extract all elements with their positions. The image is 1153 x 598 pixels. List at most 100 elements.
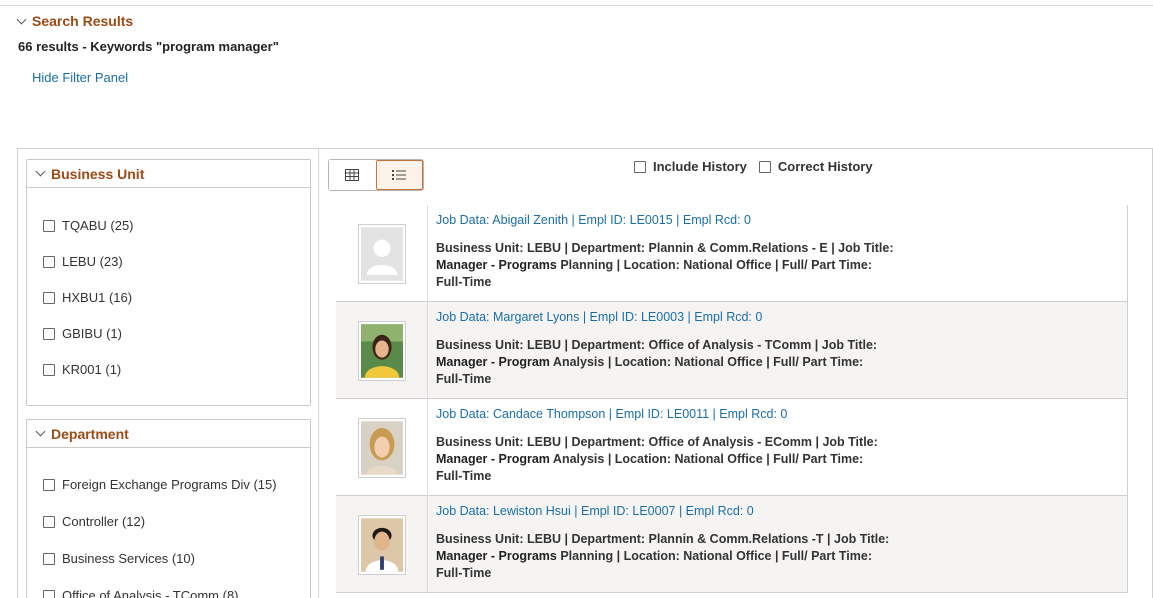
- facet-option-label: Foreign Exchange Programs Div (15): [62, 477, 277, 492]
- grid-icon: [345, 169, 360, 181]
- keyword-highlight: Manager - Programs: [436, 258, 557, 272]
- hide-filter-panel-link[interactable]: Hide Filter Panel: [32, 70, 128, 85]
- checkbox[interactable]: [43, 363, 55, 376]
- facet-option-label: Controller (12): [62, 514, 146, 529]
- facet-option[interactable]: TQABU (25): [43, 218, 134, 233]
- facet-option-label: Office of Analysis - TComm (8): [62, 588, 239, 598]
- result-line: Manager - Programs Planning | Location: …: [436, 548, 956, 565]
- list-view-button[interactable]: [375, 160, 423, 190]
- grid-view-button[interactable]: [329, 160, 376, 190]
- facet-option-label: GBIBU (1): [62, 326, 122, 341]
- checkbox[interactable]: [43, 552, 55, 565]
- filter-panel: Business Unit TQABU (25) LEBU (23) HXBU1…: [18, 149, 318, 598]
- facet-department: Department Foreign Exchange Programs Div…: [26, 419, 311, 598]
- result-line-rest: Analysis | Location: National Office | F…: [549, 355, 864, 369]
- facet-option-label: HXBU1 (16): [62, 290, 133, 305]
- keyword-highlight: Manager - Program: [436, 355, 550, 369]
- top-divider: [0, 5, 1153, 6]
- result-title-link[interactable]: Job Data: Lewiston Hsui | Empl ID: LE000…: [436, 504, 754, 518]
- result-card[interactable]: Job Data: Candace Thompson | Empl ID: LE…: [336, 399, 1128, 496]
- facet-option-label: Business Services (10): [62, 551, 195, 566]
- result-line: Full-Time: [436, 275, 492, 289]
- checkbox[interactable]: [43, 589, 55, 598]
- panel-divider: [318, 149, 319, 598]
- checkbox[interactable]: [43, 515, 55, 528]
- result-title-link[interactable]: Job Data: Margaret Lyons | Empl ID: LE00…: [436, 310, 762, 324]
- person-placeholder-icon: [361, 227, 403, 281]
- checkbox[interactable]: [43, 255, 55, 268]
- result-details: Business Unit: LEBU | Department: Planni…: [436, 531, 956, 582]
- result-details: Business Unit: LEBU | Department: Planni…: [436, 240, 956, 291]
- history-options: Include History Correct History: [634, 159, 885, 174]
- card-divider: [427, 399, 428, 496]
- facet-option[interactable]: GBIBU (1): [43, 326, 122, 341]
- keyword-highlight: Manager - Program: [436, 452, 550, 466]
- facet-option[interactable]: LEBU (23): [43, 254, 123, 269]
- facet-option[interactable]: Controller (12): [43, 514, 145, 529]
- result-details: Business Unit: LEBU | Department: Office…: [436, 434, 956, 485]
- view-toggle: [328, 159, 424, 191]
- checkbox[interactable]: [43, 478, 55, 491]
- result-line: Business Unit: LEBU | Department: Office…: [436, 435, 878, 449]
- card-divider: [427, 496, 428, 593]
- facet-option[interactable]: Business Services (10): [43, 551, 195, 566]
- avatar: [358, 321, 406, 381]
- avatar: [358, 418, 406, 478]
- result-line: Full-Time: [436, 566, 492, 580]
- facet-option-label: LEBU (23): [62, 254, 123, 269]
- employee-photo: [361, 421, 403, 475]
- card-divider: [427, 302, 428, 399]
- checkbox[interactable]: [43, 327, 55, 340]
- result-title-link[interactable]: Job Data: Candace Thompson | Empl ID: LE…: [436, 407, 787, 421]
- result-line-rest: Analysis | Location: National Office | F…: [549, 452, 864, 466]
- facet-option[interactable]: Office of Analysis - TComm (8): [43, 588, 239, 598]
- include-history-option[interactable]: Include History: [634, 159, 747, 174]
- facet-option-label: TQABU (25): [62, 218, 134, 233]
- result-details: Business Unit: LEBU | Department: Office…: [436, 337, 956, 388]
- facet-business-unit-header[interactable]: Business Unit: [27, 160, 310, 188]
- result-line: Business Unit: LEBU | Department: Planni…: [436, 241, 894, 255]
- facet-option[interactable]: HXBU1 (16): [43, 290, 132, 305]
- facet-title: Business Unit: [51, 165, 145, 182]
- result-line: Full-Time: [436, 469, 492, 483]
- avatar: [358, 515, 406, 575]
- result-line: Business Unit: LEBU | Department: Planni…: [436, 532, 890, 546]
- chevron-down-icon: [35, 166, 46, 177]
- result-line: Manager - Program Analysis | Location: N…: [436, 451, 956, 468]
- checkbox[interactable]: [43, 219, 55, 232]
- facet-business-unit: Business Unit TQABU (25) LEBU (23) HXBU1…: [26, 159, 311, 406]
- employee-photo: [361, 324, 403, 378]
- facet-option-label: KR001 (1): [62, 362, 122, 377]
- chevron-down-icon: [16, 14, 27, 24]
- result-line-rest: Planning | Location: National Office | F…: [556, 258, 872, 272]
- result-line-rest: Planning | Location: National Office | F…: [556, 549, 872, 563]
- facet-option[interactable]: KR001 (1): [43, 362, 121, 377]
- correct-history-option[interactable]: Correct History: [758, 159, 873, 174]
- result-title-link[interactable]: Job Data: Abigail Zenith | Empl ID: LE00…: [436, 213, 751, 227]
- checkbox[interactable]: [43, 291, 55, 304]
- keyword-highlight: Manager - Programs: [436, 549, 557, 563]
- include-history-label: Include History: [653, 159, 747, 174]
- include-history-checkbox[interactable]: [634, 160, 646, 173]
- result-line: Manager - Program Analysis | Location: N…: [436, 354, 956, 371]
- results-frame: Business Unit TQABU (25) LEBU (23) HXBU1…: [17, 148, 1153, 598]
- result-card[interactable]: Job Data: Abigail Zenith | Empl ID: LE00…: [336, 205, 1128, 302]
- correct-history-checkbox[interactable]: [758, 160, 771, 173]
- results-summary: 66 results - Keywords "program manager": [18, 39, 279, 54]
- result-card[interactable]: Job Data: Margaret Lyons | Empl ID: LE00…: [336, 302, 1128, 399]
- result-line: Manager - Programs Planning | Location: …: [436, 257, 956, 274]
- facet-option[interactable]: Foreign Exchange Programs Div (15): [43, 477, 277, 492]
- result-card[interactable]: Job Data: Lewiston Hsui | Empl ID: LE000…: [336, 496, 1128, 593]
- employee-photo: [361, 518, 403, 572]
- card-divider: [427, 205, 428, 302]
- search-results-header[interactable]: Search Results: [16, 13, 134, 29]
- avatar: [358, 224, 406, 284]
- section-title: Search Results: [32, 13, 134, 29]
- list-icon: [392, 170, 407, 180]
- correct-history-label: Correct History: [777, 159, 873, 174]
- facet-title: Department: [51, 425, 129, 442]
- chevron-down-icon: [35, 426, 46, 437]
- result-line: Full-Time: [436, 372, 492, 386]
- result-line: Business Unit: LEBU | Department: Office…: [436, 338, 878, 352]
- facet-department-header[interactable]: Department: [27, 420, 310, 448]
